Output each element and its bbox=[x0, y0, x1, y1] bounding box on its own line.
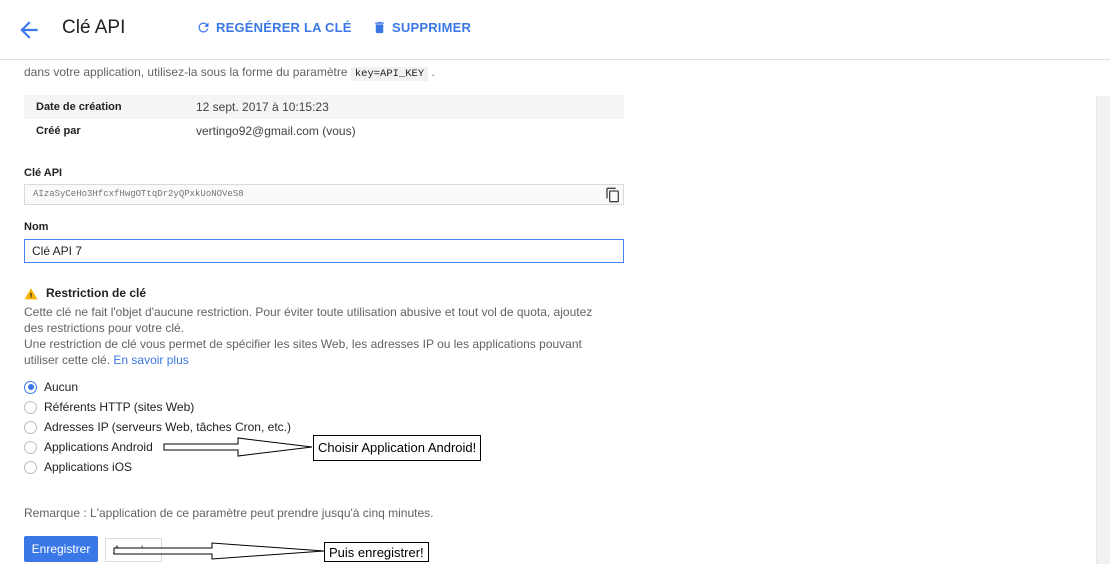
creation-date-row: Date de création 12 sept. 2017 à 10:15:2… bbox=[24, 95, 624, 119]
radio-label: Adresses IP (serveurs Web, tâches Cron, … bbox=[44, 420, 291, 434]
restriction-heading: Restriction de clé bbox=[24, 286, 146, 300]
created-by-value: vertingo92@gmail.com (vous) bbox=[196, 124, 356, 138]
name-label: Nom bbox=[24, 221, 49, 233]
regenerate-key-button[interactable]: REGÉNÉRER LA CLÉ bbox=[196, 20, 352, 35]
radio-button[interactable] bbox=[24, 460, 37, 474]
creation-date-value: 12 sept. 2017 à 10:15:23 bbox=[196, 100, 329, 114]
radio-option-ip[interactable]: Adresses IP (serveurs Web, tâches Cron, … bbox=[24, 417, 291, 437]
api-key-field[interactable]: AIzaSyCeHo3HfcxfHwgOTtqDr2yQPxkUoNOVeS8 bbox=[24, 184, 624, 205]
radio-button[interactable] bbox=[24, 440, 37, 454]
delete-button[interactable]: SUPPRIMER bbox=[372, 20, 471, 35]
restriction-line-3: Une restriction de clé vous permet de sp… bbox=[24, 337, 582, 351]
radio-option-ios[interactable]: Applications iOS bbox=[24, 457, 291, 477]
radio-option-none[interactable]: Aucun bbox=[24, 377, 291, 397]
intro-suffix: . bbox=[431, 65, 435, 79]
copy-icon[interactable] bbox=[605, 187, 621, 203]
page-title: Clé API bbox=[62, 17, 126, 38]
warning-icon bbox=[24, 287, 38, 299]
name-input[interactable] bbox=[24, 239, 624, 263]
created-by-row: Créé par vertingo92@gmail.com (vous) bbox=[24, 119, 624, 143]
regenerate-key-label: REGÉNÉRER LA CLÉ bbox=[216, 20, 352, 35]
restriction-line-4: utiliser cette clé. bbox=[24, 353, 111, 367]
restriction-title: Restriction de clé bbox=[46, 286, 147, 300]
refresh-icon bbox=[198, 22, 209, 33]
back-arrow-icon[interactable] bbox=[16, 17, 42, 43]
restriction-radio-group: Aucun Référents HTTP (sites Web) Adresse… bbox=[24, 377, 291, 477]
radio-button-checked[interactable] bbox=[24, 380, 37, 394]
restriction-line-4-wrap: utiliser cette clé. En savoir plus bbox=[24, 352, 624, 368]
restriction-line-2: des restrictions pour votre clé. bbox=[24, 321, 185, 335]
delete-label: SUPPRIMER bbox=[392, 20, 472, 35]
apply-note: Remarque : L'application de ce paramètre… bbox=[24, 506, 434, 520]
radio-label: Applications Android bbox=[44, 440, 153, 454]
top-bar: Clé API REGÉNÉRER LA CLÉ SUPPRIMER bbox=[0, 0, 1110, 60]
save-button[interactable]: Enregistrer bbox=[24, 536, 98, 562]
radio-button[interactable] bbox=[24, 420, 37, 434]
created-by-label: Créé par bbox=[36, 125, 81, 137]
annotation-save: Puis enregistrer! bbox=[324, 542, 429, 562]
key-info-table: Date de création 12 sept. 2017 à 10:15:2… bbox=[24, 95, 624, 143]
intro-text: dans votre application, utilisez-la sous… bbox=[24, 65, 435, 81]
trash-icon bbox=[375, 21, 384, 34]
annotation-arrow-save bbox=[113, 542, 325, 560]
restriction-description: Cette clé ne fait l'objet d'aucune restr… bbox=[24, 304, 624, 368]
restriction-line-1: Cette clé ne fait l'objet d'aucune restr… bbox=[24, 305, 593, 319]
api-key-label: Clé API bbox=[24, 167, 63, 179]
intro-text-body: dans votre application, utilisez-la sous… bbox=[24, 65, 348, 79]
radio-label: Aucun bbox=[44, 380, 79, 394]
radio-label: Référents HTTP (sites Web) bbox=[44, 400, 195, 414]
api-key-value: AIzaSyCeHo3HfcxfHwgOTtqDr2yQPxkUoNOVeS8 bbox=[33, 189, 244, 199]
learn-more-link[interactable]: En savoir plus bbox=[113, 353, 188, 367]
scrollbar[interactable] bbox=[1096, 96, 1110, 564]
radio-label: Applications iOS bbox=[44, 460, 133, 474]
annotation-android: Choisir Application Android! bbox=[313, 435, 482, 461]
annotation-arrow-android bbox=[163, 437, 313, 457]
radio-button[interactable] bbox=[24, 400, 37, 414]
param-code: key=API_KEY bbox=[350, 67, 429, 81]
radio-option-http[interactable]: Référents HTTP (sites Web) bbox=[24, 397, 291, 417]
creation-date-label: Date de création bbox=[36, 101, 122, 113]
